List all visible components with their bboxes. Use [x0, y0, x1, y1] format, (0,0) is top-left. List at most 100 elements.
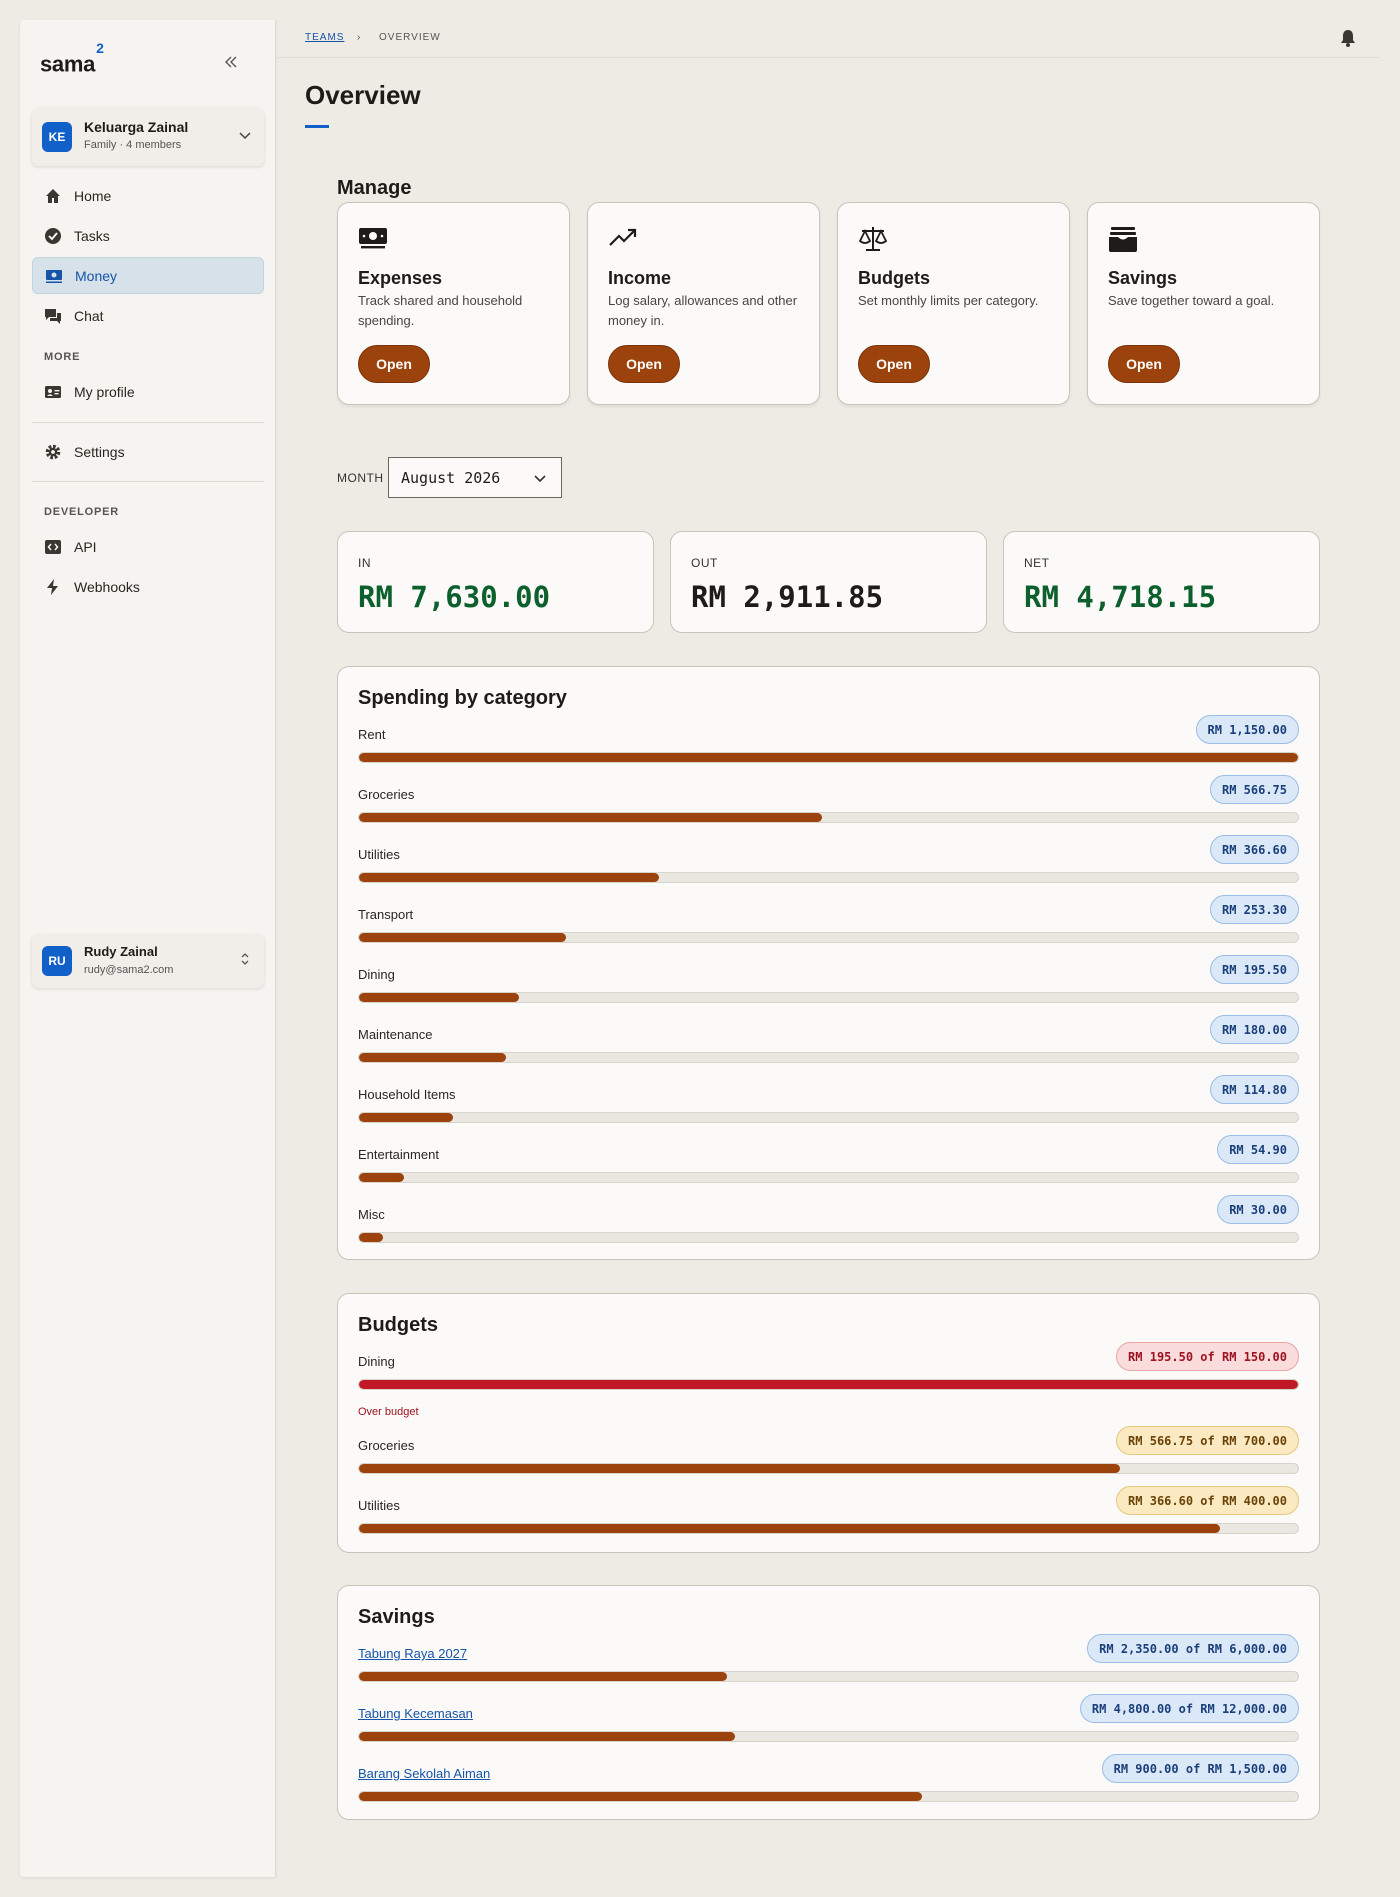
row-label: Groceries	[358, 1438, 415, 1453]
row-label: Rent	[358, 727, 386, 742]
team-switcher[interactable]: KE Keluarga Zainal Family · 4 members	[32, 108, 264, 166]
amount-badge: RM 114.80	[1209, 1075, 1299, 1104]
nav-settings-label: Settings	[74, 443, 125, 460]
manage-card-title: Income	[608, 268, 672, 288]
stat-out-label: OUT	[691, 556, 718, 570]
manage-card-savings: Savings Save together toward a goal. Ope…	[1087, 202, 1320, 405]
amount-badge: RM 1,150.00	[1195, 715, 1299, 744]
progress-track	[358, 1232, 1299, 1243]
progress-fill	[359, 1113, 453, 1122]
progress-track	[358, 812, 1299, 823]
savings-title: Savings	[358, 1606, 435, 1628]
progress-fill	[359, 993, 519, 1002]
stat-card-out: OUT RM 2,911.85	[670, 531, 987, 633]
stat-card-in: IN RM 7,630.00	[337, 531, 654, 633]
over-budget-warning: Over budget	[358, 1406, 419, 1418]
spending-row: Misc RM 30.00	[358, 1195, 1299, 1263]
row-label: Entertainment	[358, 1147, 439, 1162]
notifications-bell-icon[interactable]	[1339, 28, 1357, 53]
spending-row: Dining RM 195.50	[358, 955, 1299, 1023]
manage-card-description: Log salary, allowances and other money i…	[608, 293, 798, 328]
nav-home-label: Home	[74, 187, 112, 204]
manage-card-budgets: Budgets Set monthly limits per category.…	[837, 202, 1070, 405]
manage-card-description: Set monthly limits per category.	[858, 293, 1039, 308]
amount-badge: RM 366.60 of RM 400.00	[1116, 1486, 1299, 1515]
progress-fill	[359, 1173, 405, 1182]
collapse-sidebar-icon[interactable]	[224, 53, 238, 74]
banknote-icon	[358, 225, 388, 256]
nav-webhooks[interactable]: Webhooks	[32, 568, 264, 605]
row-label: Household Items	[358, 1087, 456, 1102]
month-label: MONTH	[337, 471, 384, 485]
savings-goal-link[interactable]: Tabung Raya 2027	[358, 1646, 467, 1661]
amount-badge: RM 566.75	[1209, 775, 1299, 804]
trending-up-icon	[608, 225, 638, 256]
savings-goal-link[interactable]: Barang Sekolah Aiman	[358, 1766, 490, 1781]
title-underline	[305, 125, 329, 128]
nav-settings[interactable]: Settings	[32, 433, 264, 470]
sidebar-divider	[32, 422, 264, 423]
spending-row: Household Items RM 114.80	[358, 1075, 1299, 1143]
amount-badge: RM 253.30	[1209, 895, 1299, 924]
amount-badge: RM 30.00	[1217, 1195, 1299, 1224]
budget-row: Utilities RM 366.60 of RM 400.00	[358, 1486, 1299, 1554]
month-select[interactable]: August 2026	[388, 457, 562, 498]
progress-track	[358, 1052, 1299, 1063]
row-label: Utilities	[358, 1498, 400, 1513]
nav-webhooks-label: Webhooks	[74, 578, 140, 595]
stat-card-net: NET RM 4,718.15	[1003, 531, 1320, 633]
nav-api[interactable]: API	[32, 528, 264, 565]
spending-title: Spending by category	[358, 687, 567, 709]
nav-my-profile[interactable]: My profile	[32, 373, 264, 410]
nav-my-profile-label: My profile	[74, 383, 135, 400]
open-expenses-button[interactable]: Open	[358, 345, 430, 383]
progress-fill	[359, 1053, 507, 1062]
code-icon	[44, 538, 62, 556]
progress-track	[358, 752, 1299, 763]
section-label-developer: DEVELOPER	[44, 506, 120, 518]
amount-badge: RM 54.90	[1217, 1135, 1299, 1164]
user-avatar: RU	[42, 946, 72, 976]
stat-in-label: IN	[358, 556, 371, 570]
nav-money-label: Money	[75, 267, 118, 284]
breadcrumb-teams[interactable]: TEAMS	[305, 32, 344, 43]
wallet-icon	[1108, 225, 1138, 258]
open-budgets-button[interactable]: Open	[858, 345, 930, 383]
nav-tasks[interactable]: Tasks	[32, 217, 264, 254]
stat-out-value: RM 2,911.85	[691, 580, 884, 614]
progress-fill	[359, 753, 1298, 762]
progress-track	[358, 1791, 1299, 1802]
progress-fill	[359, 1380, 1298, 1389]
spending-row: Transport RM 253.30	[358, 895, 1299, 963]
row-label: Misc	[358, 1207, 385, 1222]
sidebar-divider	[32, 481, 264, 482]
manage-card-description: Track shared and household spending.	[358, 293, 523, 328]
savings-row: Barang Sekolah Aiman RM 900.00 of RM 1,50…	[358, 1754, 1299, 1822]
main-content: TEAMS › OVERVIEW Overview Manage Expense…	[277, 20, 1379, 1877]
budgets-panel: Budgets Dining RM 195.50 of RM 150.00 Over…	[337, 1293, 1320, 1553]
open-savings-button[interactable]: Open	[1108, 345, 1180, 383]
progress-fill	[359, 1672, 728, 1681]
savings-goal-link[interactable]: Tabung Kecemasan	[358, 1706, 473, 1721]
nav-chat[interactable]: Chat	[32, 297, 264, 334]
savings-row: Tabung Kecemasan RM 4,800.00 of RM 12,000…	[358, 1694, 1299, 1762]
budgets-title: Budgets	[358, 1314, 438, 1336]
stat-net-value: RM 4,718.15	[1024, 580, 1217, 614]
progress-fill	[359, 1233, 384, 1242]
amount-badge: RM 900.00 of RM 1,500.00	[1101, 1754, 1299, 1783]
amount-badge: RM 366.60	[1209, 835, 1299, 864]
app-logo[interactable]: sama2	[40, 40, 104, 77]
nav-home[interactable]: Home	[32, 177, 264, 214]
user-menu[interactable]: RU Rudy Zainal rudy@sama2.com	[32, 934, 264, 988]
manage-card-expenses: Expenses Track shared and household spen…	[337, 202, 570, 405]
row-label: Dining	[358, 1354, 395, 1369]
breadcrumb-separator: ›	[357, 32, 362, 43]
progress-track	[358, 1379, 1299, 1390]
id-card-icon	[44, 383, 62, 401]
manage-heading: Manage	[337, 177, 412, 199]
open-income-button[interactable]: Open	[608, 345, 680, 383]
progress-track	[358, 932, 1299, 943]
nav-money[interactable]: Money	[32, 257, 264, 294]
manage-card-income: Income Log salary, allowances and other …	[587, 202, 820, 405]
money-icon	[45, 267, 63, 285]
